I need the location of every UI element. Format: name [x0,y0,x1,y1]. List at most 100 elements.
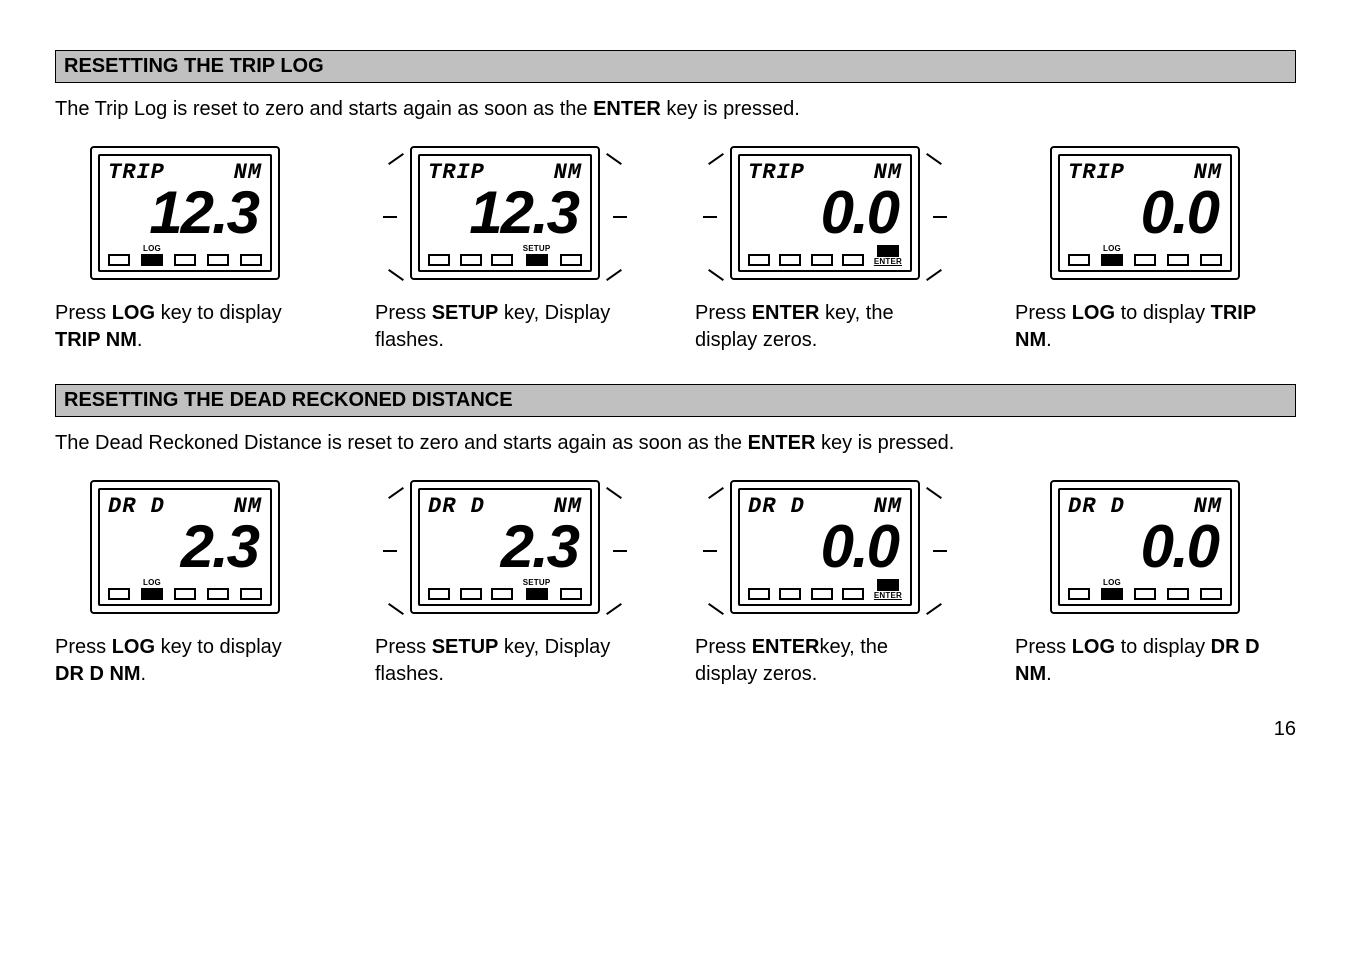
cap-text: to display [1115,636,1211,658]
display-2-4: DR D NM 0.0 LOG [1015,480,1275,614]
device-button-1 [1068,588,1090,600]
lcd-device: TRIP NM 0.0 LOG [1050,146,1240,280]
device-button-1 [748,254,770,266]
device-button-3 [1134,588,1156,600]
col-2-4: DR D NM 0.0 LOG Press LOG to display DR … [1015,480,1275,688]
lcd-button-row: SETUP [428,244,582,266]
lcd-screen: TRIP NM 0.0 LOG [1058,154,1232,272]
display-2-3: DR D NM 0.0 ENTER [695,480,955,614]
device-button-3 [811,254,833,266]
device-button-5 [1200,588,1222,600]
cap-text: key to display [155,636,282,658]
device-button-3 [491,588,513,600]
lcd-button-row: ENTER [748,244,902,266]
cap-bold: ENTER [752,636,820,658]
row-2: DR D NM 2.3 LOG Press LOG key to display… [55,480,1296,688]
device-button-1 [428,254,450,266]
device-button-4 [1167,254,1189,266]
section-heading-2: RESETTING THE DEAD RECKONED DISTANCE [55,384,1296,417]
col-2-3: DR D NM 0.0 ENTER Press ENTERkey, the di… [695,480,955,688]
intro1-post: key is pressed. [661,98,800,120]
lcd-screen: DR D NM 0.0 LOG [1058,488,1232,606]
lcd-value: 0.0 [748,520,902,574]
cap-text: Press [375,302,432,324]
lcd-device: TRIP NM 12.3 LOG [90,146,280,280]
device-button-5 [560,588,582,600]
col-2-1: DR D NM 2.3 LOG Press LOG key to display… [55,480,315,688]
lcd-button-row: SETUP [428,578,582,600]
section1-intro: The Trip Log is reset to zero and starts… [55,98,1296,121]
lcd-top-left: DR D [1068,496,1125,518]
lcd-device: DR D NM 2.3 LOG [90,480,280,614]
cap-bold: LOG [112,636,155,658]
device-button-1 [1068,254,1090,266]
display-1-3: TRIP NM 0.0 ENTER [695,146,955,280]
caption-1-1: Press LOG key to display TRIP NM. [55,300,315,354]
lcd-button-row: LOG [108,578,262,600]
cap-bold: ENTER [752,302,820,324]
cap-bold: DR D NM [55,663,141,685]
intro2-pre: The Dead Reckoned Distance is reset to z… [55,432,748,454]
section-heading-1: RESETTING THE TRIP LOG [55,50,1296,83]
lcd-button-row: ENTER [748,578,902,600]
cap-text: Press [1015,636,1072,658]
cap-text: . [1046,663,1052,685]
lcd-screen: TRIP NM 0.0 ENTER [738,154,912,272]
cap-text: Press [1015,302,1072,324]
lcd-button-row: LOG [1068,244,1222,266]
intro2-post: key is pressed. [815,432,954,454]
intro2-bold: ENTER [748,432,816,454]
lcd-value: 12.3 [108,186,262,240]
lcd-value: 2.3 [428,520,582,574]
section2-intro: The Dead Reckoned Distance is reset to z… [55,432,1296,455]
lcd-button-row: LOG [108,244,262,266]
col-2-2: DR D NM 2.3 SETUP Press SETUP key, Displ… [375,480,635,688]
cap-bold: TRIP NM [55,329,137,351]
cap-text: . [141,663,147,685]
device-button-3 [491,254,513,266]
lcd-device: DR D NM 0.0 LOG [1050,480,1240,614]
device-button-4 [207,254,229,266]
lcd-screen: DR D NM 0.0 ENTER [738,488,912,606]
cap-text: Press [55,636,112,658]
col-1-2: TRIP NM 12.3 SETUP Press SETUP key, Disp… [375,146,635,354]
device-button-2 [1101,254,1123,266]
caption-1-3: Press ENTER key, the display zeros. [695,300,955,354]
cap-bold: SETUP [432,636,499,658]
display-1-1: TRIP NM 12.3 LOG [55,146,315,280]
device-button-1 [108,588,130,600]
device-button-2 [779,254,801,266]
lcd-button-row: LOG [1068,578,1222,600]
device-button-5 [1200,254,1222,266]
device-button-4 [207,588,229,600]
col-1-4: TRIP NM 0.0 LOG Press LOG to display TRI… [1015,146,1275,354]
device-button-4 [1167,588,1189,600]
device-button-1 [748,588,770,600]
lcd-top-left: DR D [108,496,165,518]
device-button-4 [842,588,864,600]
cap-bold: LOG [112,302,155,324]
device-button-2 [460,254,482,266]
cap-bold: SETUP [432,302,499,324]
lcd-top-left: TRIP [1068,162,1125,184]
lcd-value: 0.0 [1068,186,1222,240]
cap-text: Press [375,636,432,658]
device-button-4 [842,254,864,266]
lcd-screen: TRIP NM 12.3 LOG [98,154,272,272]
lcd-device: TRIP NM 12.3 SETUP [410,146,600,280]
caption-1-4: Press LOG to display TRIP NM. [1015,300,1275,354]
device-button-1 [428,588,450,600]
device-button-3 [811,588,833,600]
device-button-5 [877,245,899,257]
caption-2-3: Press ENTERkey, the display zeros. [695,634,955,688]
device-button-2 [460,588,482,600]
col-1-3: TRIP NM 0.0 ENTER Press ENTER key, the d… [695,146,955,354]
device-button-3 [1134,254,1156,266]
display-2-1: DR D NM 2.3 LOG [55,480,315,614]
device-button-2 [141,254,163,266]
display-1-4: TRIP NM 0.0 LOG [1015,146,1275,280]
lcd-value: 0.0 [748,186,902,240]
cap-text: . [137,329,143,351]
display-2-2: DR D NM 2.3 SETUP [375,480,635,614]
lcd-screen: DR D NM 2.3 SETUP [418,488,592,606]
